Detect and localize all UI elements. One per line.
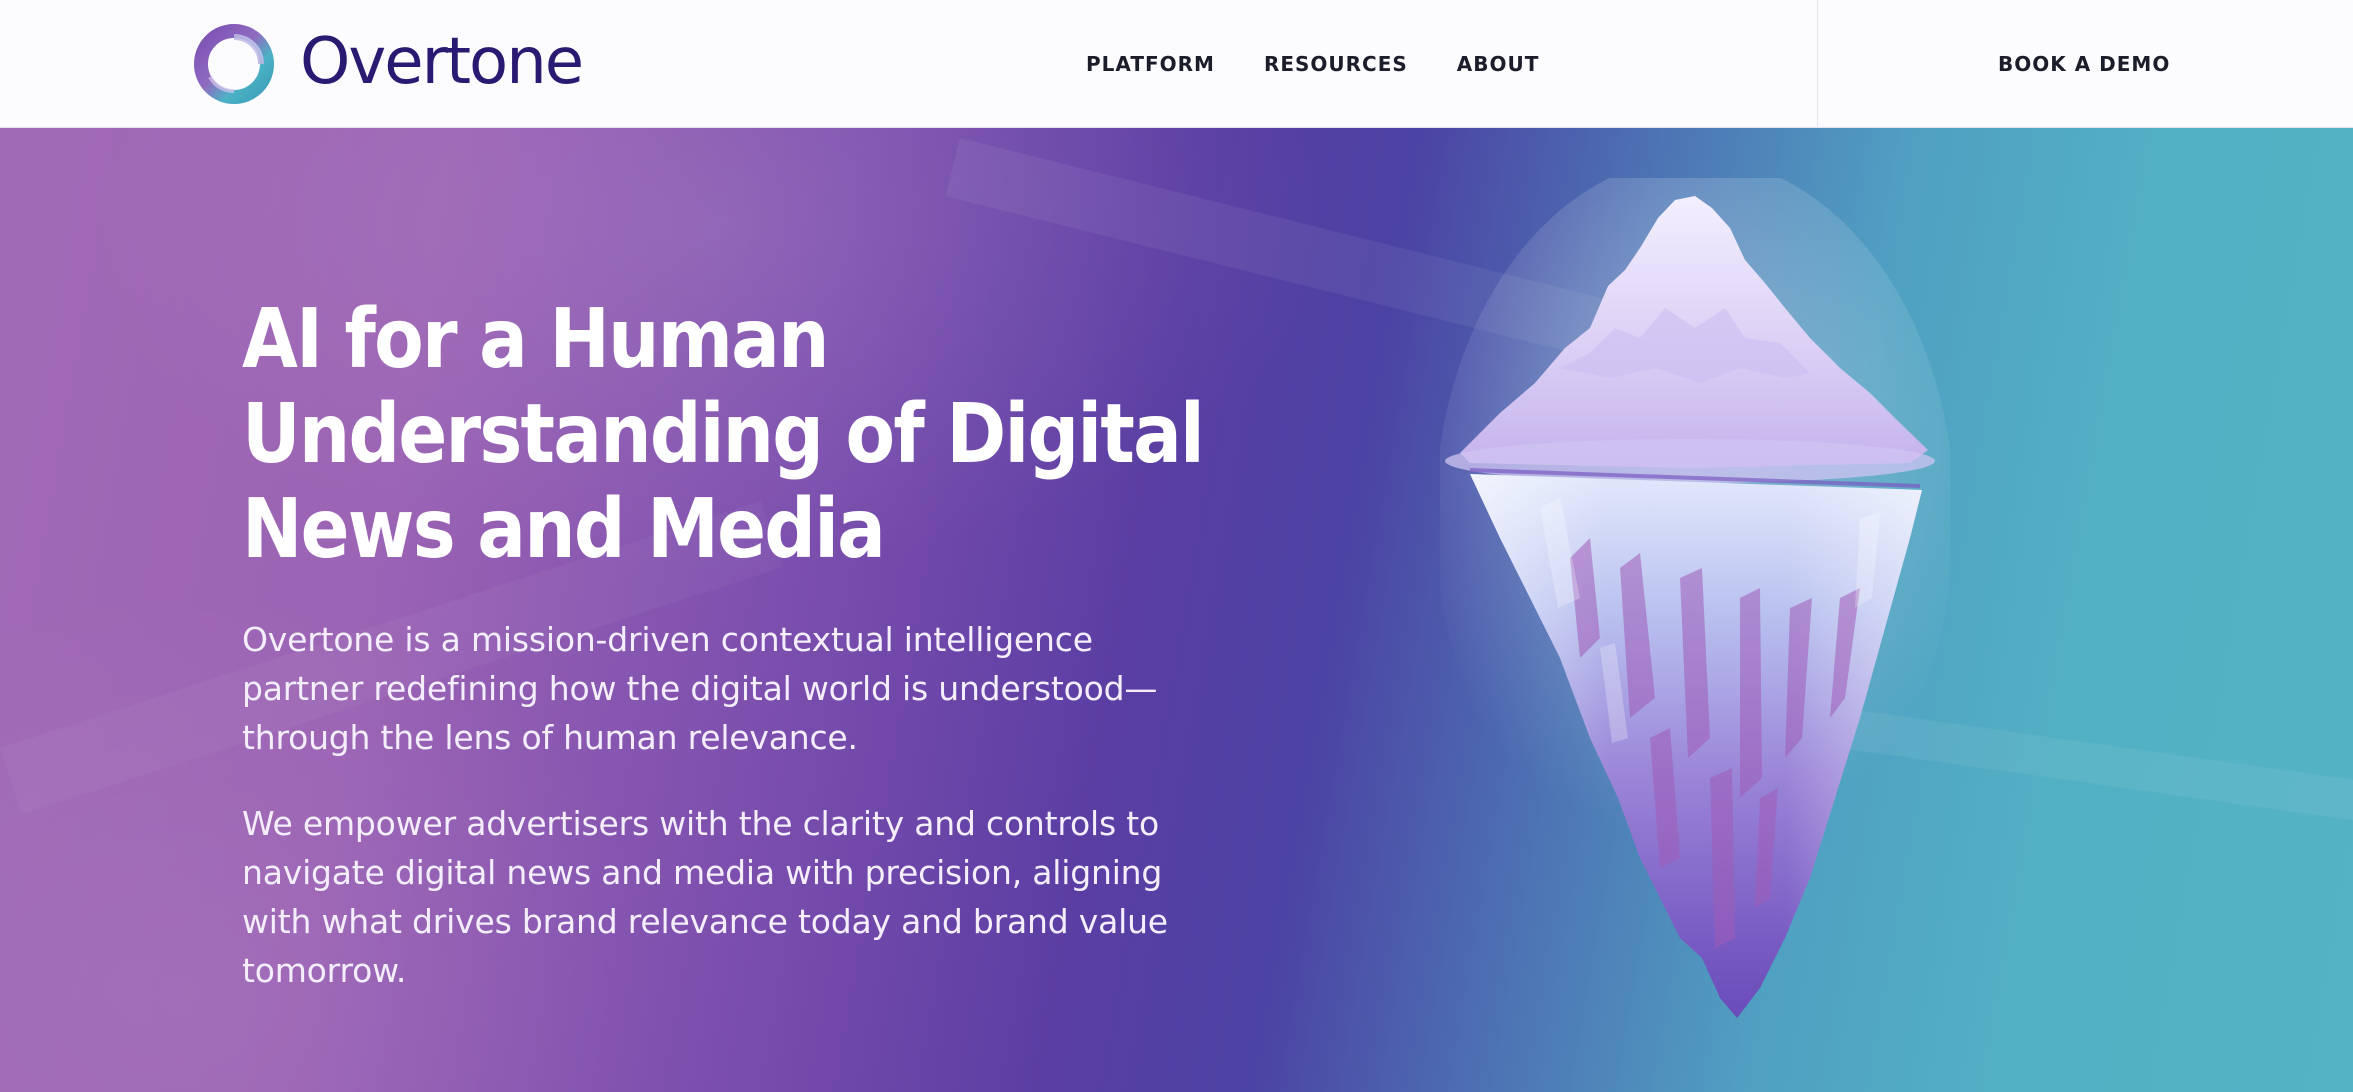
book-demo-button[interactable]: BOOK A DEMO: [1998, 0, 2170, 128]
page: Overtone PLATFORM RESOURCES ABOUT BOOK A…: [0, 0, 2353, 1092]
overtone-logo-icon: [194, 24, 274, 104]
header-divider: [1817, 0, 1818, 128]
site-header: Overtone PLATFORM RESOURCES ABOUT BOOK A…: [0, 0, 2353, 128]
headline-line: Understanding of Digital: [242, 387, 1205, 482]
headline-line: News and Media: [242, 482, 886, 577]
nav-item-about[interactable]: ABOUT: [1457, 52, 1540, 76]
brand-name: Overtone: [300, 25, 584, 99]
logo-link[interactable]: Overtone: [192, 21, 584, 107]
hero-value-proposition: We empower advertisers with the clarity …: [242, 804, 1168, 990]
main-nav: PLATFORM RESOURCES ABOUT: [1086, 0, 1588, 128]
iceberg-illustration-icon: [1440, 178, 1950, 1018]
hero-headline: AI for a Human Understanding of Digital …: [242, 292, 1210, 577]
nav-item-platform[interactable]: PLATFORM: [1086, 52, 1215, 76]
nav-item-resources[interactable]: RESOURCES: [1264, 52, 1408, 76]
headline-line: AI for a Human: [242, 292, 829, 387]
hero-copy: AI for a Human Understanding of Digital …: [242, 292, 1242, 995]
hero-description: Overtone is a mission-driven contextual …: [242, 620, 1158, 757]
hero-section: AI for a Human Understanding of Digital …: [0, 128, 2353, 1092]
